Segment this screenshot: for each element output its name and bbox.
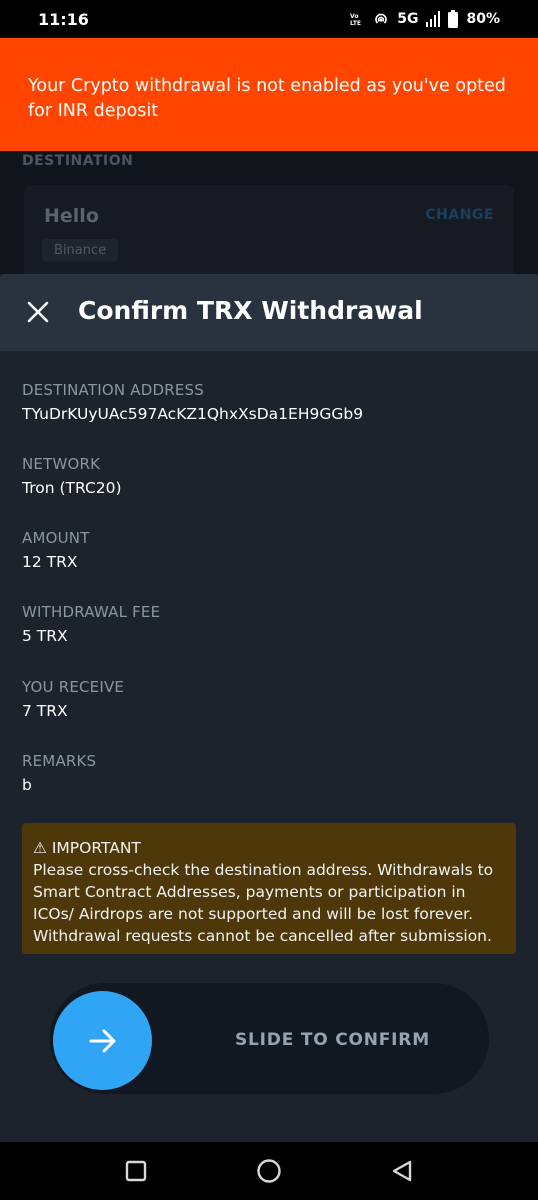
triangle-back-icon	[392, 1160, 411, 1182]
slide-to-confirm[interactable]: SLIDE TO CONFIRM	[50, 983, 489, 1094]
background-page: DESTINATION Hello Binance CHANGE	[0, 151, 538, 285]
destination-exchange-tag: Binance	[42, 239, 119, 262]
field-label: YOU RECEIVE	[22, 678, 125, 696]
home-button[interactable]	[249, 1151, 289, 1191]
field-label: DESTINATION ADDRESS	[22, 381, 204, 399]
circle-icon	[257, 1159, 281, 1183]
field-value: 7 TRX	[22, 702, 68, 720]
withdrawal-disabled-banner: Your Crypto withdrawal is not enabled as…	[0, 38, 538, 151]
sheet-header: Confirm TRX Withdrawal	[0, 274, 538, 351]
status-icons: Vo LTE 5G 80%	[349, 10, 500, 28]
battery-percent: 80%	[466, 11, 500, 27]
recents-button[interactable]	[116, 1151, 156, 1191]
network-label: 5G	[397, 11, 419, 27]
volte-icon: Vo LTE	[349, 11, 365, 27]
confirm-withdrawal-sheet: Confirm TRX Withdrawal DESTINATION ADDRE…	[0, 274, 538, 1142]
close-icon	[27, 301, 49, 323]
status-bar: 11:16 Vo LTE 5G 80%	[0, 0, 538, 38]
field-label: WITHDRAWAL FEE	[22, 603, 161, 621]
arrow-right-icon	[89, 1029, 115, 1052]
you-receive-field: YOU RECEIVE 7 TRX	[22, 678, 124, 720]
field-value: TYuDrKUyUAc597AcKZ1QhxXsDa1EH9GGb9	[22, 405, 364, 423]
slider-label: SLIDE TO CONFIRM	[235, 1030, 430, 1050]
field-value: 12 TRX	[22, 553, 78, 571]
important-heading: ⚠ IMPORTANT	[33, 839, 141, 857]
destination-address-field: DESTINATION ADDRESS TYuDrKUyUAc597AcKZ1Q…	[22, 381, 363, 423]
important-text: Please cross-check the destination addre…	[33, 861, 494, 945]
field-label: NETWORK	[22, 455, 101, 473]
field-value: Tron (TRC20)	[22, 479, 122, 497]
system-nav-bar	[0, 1142, 538, 1200]
svg-text:LTE: LTE	[350, 20, 361, 27]
battery-icon	[448, 10, 459, 28]
svg-text:Vo: Vo	[350, 13, 358, 20]
status-time: 11:16	[38, 9, 89, 29]
field-label: REMARKS	[22, 752, 97, 770]
signal-icon	[426, 11, 441, 27]
field-label: AMOUNT	[22, 529, 90, 547]
field-value: 5 TRX	[22, 627, 68, 645]
network-field: NETWORK Tron (TRC20)	[22, 455, 122, 497]
remarks-field: REMARKS b	[22, 752, 96, 794]
close-button[interactable]	[22, 296, 54, 328]
destination-name: Hello	[44, 205, 99, 227]
withdrawal-fee-field: WITHDRAWAL FEE 5 TRX	[22, 603, 160, 645]
banner-message: Your Crypto withdrawal is not enabled as…	[28, 76, 506, 121]
destination-section-label: DESTINATION	[22, 153, 134, 169]
change-destination-button: CHANGE	[425, 207, 494, 223]
field-value: b	[22, 776, 32, 794]
square-icon	[126, 1160, 147, 1182]
important-notice: ⚠ IMPORTANT Please cross-check the desti…	[22, 823, 516, 954]
destination-card: Hello Binance CHANGE	[24, 185, 514, 285]
amount-field: AMOUNT 12 TRX	[22, 529, 90, 571]
back-button[interactable]	[382, 1151, 422, 1191]
slider-handle[interactable]	[53, 991, 152, 1090]
hotspot-icon	[373, 11, 389, 27]
sheet-title: Confirm TRX Withdrawal	[78, 296, 423, 325]
